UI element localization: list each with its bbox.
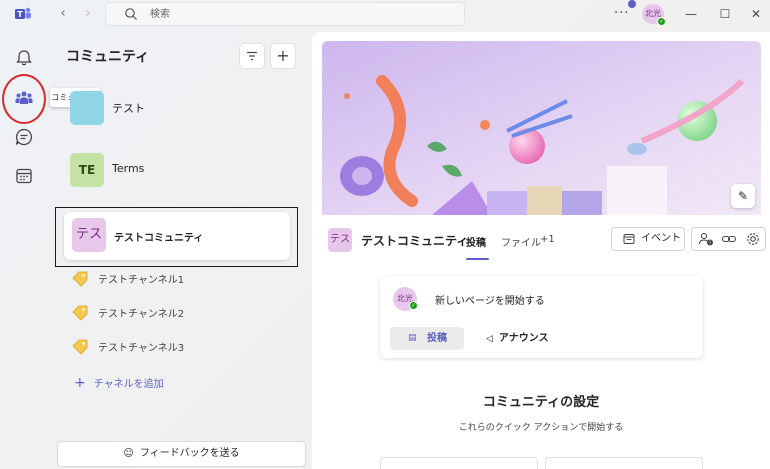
add-channel-link[interactable]: + チャネルを追加 (74, 375, 164, 391)
highlight-annotation-circle (2, 74, 46, 124)
teams-logo-icon: T (15, 7, 31, 19)
announce-button[interactable]: ◁ アナウンス (486, 327, 549, 350)
channel-tag-icon (72, 339, 88, 355)
community-banner-image (322, 41, 761, 215)
create-community-button[interactable]: + (270, 43, 296, 69)
channel-item[interactable]: テストチャンネル2 (70, 301, 290, 323)
header-actions: ! (691, 227, 766, 251)
link-icon[interactable] (721, 231, 737, 247)
active-tab-indicator (466, 258, 489, 260)
event-button[interactable]: イベント (611, 227, 685, 251)
selected-community-highlight: テス テストコミュニティ (55, 207, 298, 267)
feedback-icon: ☺ (123, 448, 134, 459)
post-composer-card: 北光 ✓ 新しいページを開始する ▤ 投稿 ◁ アナウンス (380, 276, 703, 358)
channel-item[interactable]: テストチャンネル1 (70, 267, 290, 289)
community-label: テスト (112, 102, 145, 115)
event-calendar-icon (623, 234, 635, 244)
community-item-terms[interactable]: TE Terms (60, 146, 295, 194)
pencil-icon: ✎ (737, 189, 749, 203)
notification-dot (628, 0, 636, 8)
community-label: テストコミュニティ (114, 233, 204, 244)
title-bar: T ‹ › ··· 北光 ✓ — ☐ ✕ (0, 0, 770, 28)
settings-gear-icon[interactable] (745, 231, 761, 247)
svg-text:!: ! (709, 241, 711, 247)
community-header-avatar: テス (328, 228, 352, 252)
start-new-post-prompt[interactable]: 新しいページを開始する (435, 292, 545, 307)
members-icon[interactable]: ! (698, 231, 714, 247)
chat-icon[interactable] (14, 127, 34, 147)
quick-action-card[interactable] (545, 457, 703, 469)
channel-label: テストチャンネル2 (98, 309, 185, 320)
event-label: イベント (641, 233, 681, 244)
plus-icon: + (74, 375, 86, 391)
tab-more[interactable]: +1 (540, 234, 555, 245)
channel-tag-icon (72, 305, 88, 321)
close-button[interactable]: ✕ (747, 5, 765, 23)
filter-button[interactable] (239, 43, 265, 69)
community-settings-subtitle: これらのクイック アクションで開始する (458, 423, 624, 433)
community-avatar: テス (72, 218, 106, 252)
channel-label: テストチャンネル3 (98, 343, 185, 354)
community-avatar (70, 91, 104, 125)
tab-posts[interactable]: 投稿 (466, 234, 486, 249)
search-icon (125, 8, 137, 20)
filter-icon (247, 51, 257, 61)
svg-text:T: T (17, 10, 23, 19)
back-arrow-icon[interactable]: ‹ (55, 6, 71, 22)
post-button[interactable]: ▤ 投稿 (390, 327, 464, 350)
forward-arrow-icon[interactable]: › (80, 6, 96, 22)
edit-banner-button[interactable]: ✎ (731, 184, 755, 208)
channel-tag-icon (72, 271, 88, 287)
minimize-button[interactable]: — (682, 5, 700, 23)
bell-icon[interactable] (14, 48, 34, 68)
add-channel-label: チャネルを追加 (93, 379, 164, 390)
community-settings-title: コミュニティの設定 (482, 395, 600, 410)
maximize-button[interactable]: ☐ (716, 5, 734, 23)
announce-button-label: アナウンス (498, 333, 549, 344)
channel-item[interactable]: テストチャンネル3 (70, 335, 290, 357)
calendar-icon[interactable] (14, 166, 34, 186)
available-status-icon: ✓ (657, 17, 666, 26)
more-options-icon[interactable]: ··· (614, 6, 629, 21)
community-item-test-community[interactable]: テス テストコミュニティ (64, 212, 290, 260)
megaphone-icon: ◁ (486, 334, 493, 344)
community-label: Terms (112, 162, 145, 175)
post-icon: ▤ (408, 333, 417, 343)
plus-icon: + (276, 46, 290, 65)
feedback-label: フィードバックを送る (139, 448, 240, 459)
feedback-button[interactable]: ☺ フィードバックを送る (57, 441, 306, 467)
tab-files[interactable]: ファイル (501, 234, 541, 249)
quick-action-card[interactable] (380, 457, 538, 469)
community-title: テストコミュニティ (361, 234, 469, 248)
community-avatar: TE (70, 153, 104, 187)
pane-title: コミュニティ (66, 49, 150, 65)
search-input[interactable] (150, 6, 450, 23)
channel-label: テストチャンネル1 (98, 275, 185, 286)
community-item-test[interactable]: テスト (60, 84, 295, 132)
search-bar[interactable] (105, 2, 465, 26)
available-status-icon: ✓ (409, 301, 418, 310)
post-button-label: 投稿 (427, 333, 447, 344)
